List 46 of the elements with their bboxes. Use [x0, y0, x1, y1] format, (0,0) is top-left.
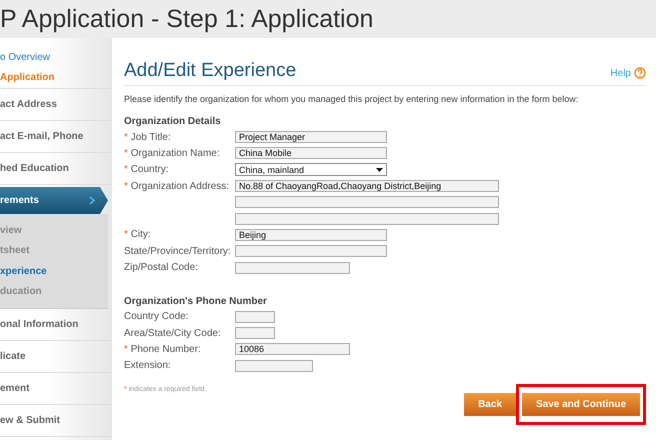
field-label: State/Province/Territory: [124, 246, 231, 257]
instruction-text: Please identify the organization for whom you managed this project by entering new information in the form below: [124, 94, 580, 104]
sidebar-item[interactable]: onal Information [0, 309, 112, 341]
sidebar-item[interactable]: o Overview [0, 48, 112, 67]
text-field[interactable] [235, 262, 350, 274]
sidebar-item[interactable]: hed Education [0, 153, 112, 185]
text-field[interactable] [235, 196, 499, 208]
caret-icon [376, 168, 383, 172]
text-field[interactable]: Beijing [235, 228, 387, 241]
section-heading: Organization's Phone Number [124, 296, 268, 307]
text-field[interactable]: Project Manager [235, 131, 387, 144]
chevron-icon [89, 196, 95, 205]
field-label: * Organization Name: [124, 148, 220, 159]
text-field[interactable] [235, 360, 313, 372]
action-button[interactable]: Save and Continue [522, 392, 640, 416]
sidebar-item[interactable]: act Address [0, 89, 112, 121]
text-field[interactable] [235, 245, 387, 258]
help-icon[interactable] [634, 67, 646, 79]
action-button[interactable]: Back [464, 392, 516, 416]
sidebar-item[interactable]: rements [0, 187, 108, 214]
sidebar-item[interactable]: Application [0, 67, 112, 89]
text-field[interactable]: 10086 [235, 343, 350, 356]
sidebar-subitem[interactable]: xperience [0, 261, 108, 282]
field-label: * Organization Address: [124, 180, 230, 192]
page-header-title: P Application - Step 1: Application [0, 4, 374, 34]
text-field[interactable] [235, 212, 499, 225]
field-label: Extension: [124, 360, 171, 372]
sidebar-item[interactable]: ew & Submit [0, 405, 112, 437]
field-label: * Job Title: [124, 132, 171, 143]
field-label: * Phone Number: [124, 344, 201, 355]
text-field[interactable] [235, 310, 275, 323]
field-label: * City: [124, 229, 151, 240]
sidebar-item[interactable]: licate [0, 341, 112, 373]
dropdown[interactable]: China, mainland [235, 163, 387, 176]
text-field[interactable] [235, 327, 275, 340]
help-link[interactable]: Help [610, 68, 631, 78]
sidebar-item[interactable]: act E-mail, Phone [0, 121, 112, 153]
sidebar-item[interactable]: ement [0, 373, 112, 405]
page-title: Add/Edit Experience [124, 60, 296, 82]
field-label: Country Code: [124, 311, 188, 322]
field-label: Area/State/City Code: [124, 328, 221, 339]
field-label: * Country: [124, 164, 168, 176]
text-field[interactable]: China Mobile [235, 147, 387, 160]
text-field[interactable]: No.88 of ChaoyangRoad,Chaoyang District,Beijing [235, 180, 499, 192]
field-label: Zip/Postal Code: [124, 262, 198, 274]
section-heading: Organization Details [124, 116, 222, 127]
